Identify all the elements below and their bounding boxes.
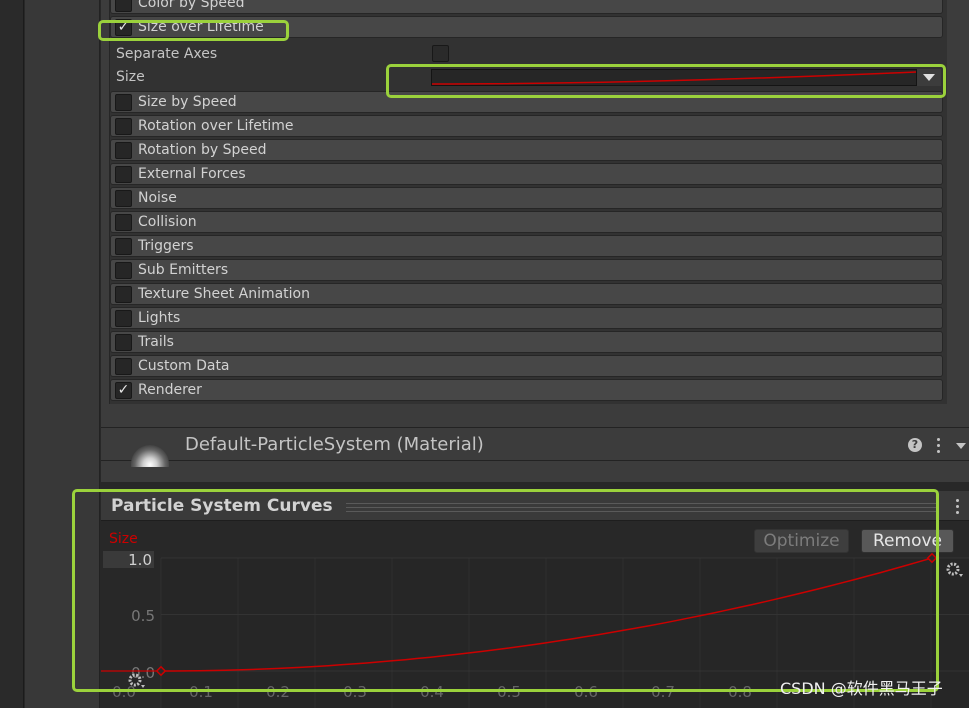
highlight-curves-panel bbox=[72, 489, 939, 692]
watermark-text: CSDN @软件黑马王子 bbox=[780, 679, 943, 698]
